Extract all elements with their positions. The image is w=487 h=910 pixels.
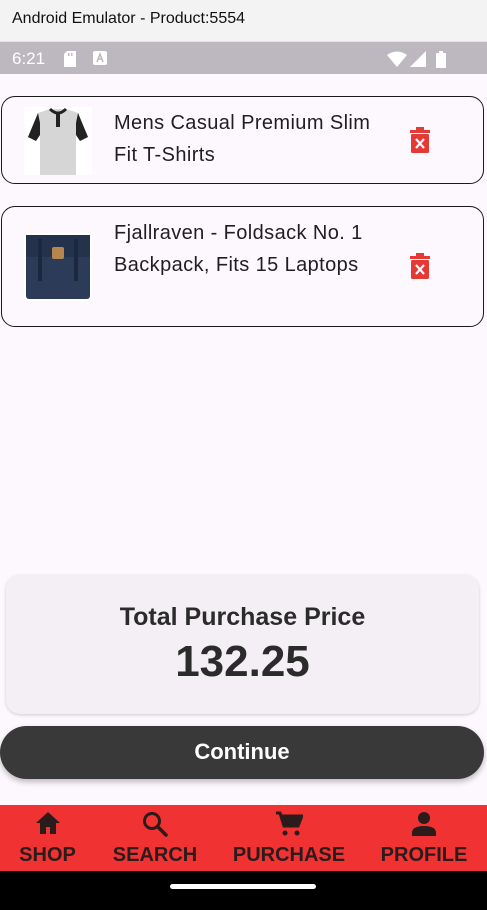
home-icon (36, 812, 60, 834)
total-value: 132.25 (175, 637, 310, 686)
bottom-nav: SHOP SEARCH PURCHASE PROFILE (0, 805, 487, 871)
status-bar: 6:21 (0, 42, 487, 74)
nav-label: SEARCH (112, 844, 198, 866)
cart-item[interactable]: Mens Casual Premium Slim Fit T-Shirts (1, 96, 484, 184)
trash-icon[interactable] (408, 253, 432, 281)
cart-item-name: Fjallraven - Foldsack No. 1 Backpack, Fi… (114, 222, 363, 276)
window-title: Android Emulator - Product:5554 (12, 10, 246, 27)
signal-icon (410, 51, 426, 67)
nav-item-shop[interactable]: SHOP (0, 805, 95, 871)
battery-icon (436, 51, 446, 68)
window-title-bar: Android Emulator - Product:5554 (0, 0, 487, 42)
cart-icon (276, 811, 303, 836)
status-time: 6:21 (12, 49, 46, 68)
nav-label: SHOP (19, 844, 76, 866)
wifi-icon (387, 51, 407, 67)
backpack-image (24, 233, 92, 301)
gesture-bar (0, 871, 487, 910)
nav-item-search[interactable]: SEARCH (105, 805, 205, 871)
notification-a-icon (93, 51, 107, 65)
sd-card-icon (64, 51, 76, 67)
search-icon (143, 812, 168, 837)
person-icon (412, 812, 436, 836)
cart-item-name: Mens Casual Premium Slim Fit T-Shirts (114, 112, 371, 166)
home-gesture-handle[interactable] (170, 884, 316, 889)
continue-button[interactable]: Continue (0, 726, 484, 779)
cart-item[interactable]: Fjallraven - Foldsack No. 1 Backpack, Fi… (1, 206, 484, 327)
trash-icon[interactable] (408, 127, 432, 155)
nav-label: PURCHASE (232, 844, 346, 866)
nav-label: PROFILE (380, 844, 468, 866)
tshirt-image (24, 107, 92, 175)
nav-item-purchase[interactable]: PURCHASE (225, 805, 353, 871)
nav-item-profile[interactable]: PROFILE (375, 805, 473, 871)
total-card: Total Purchase Price 132.25 (6, 575, 479, 714)
total-label: Total Purchase Price (119, 603, 366, 631)
continue-button-label: Continue (194, 739, 290, 764)
